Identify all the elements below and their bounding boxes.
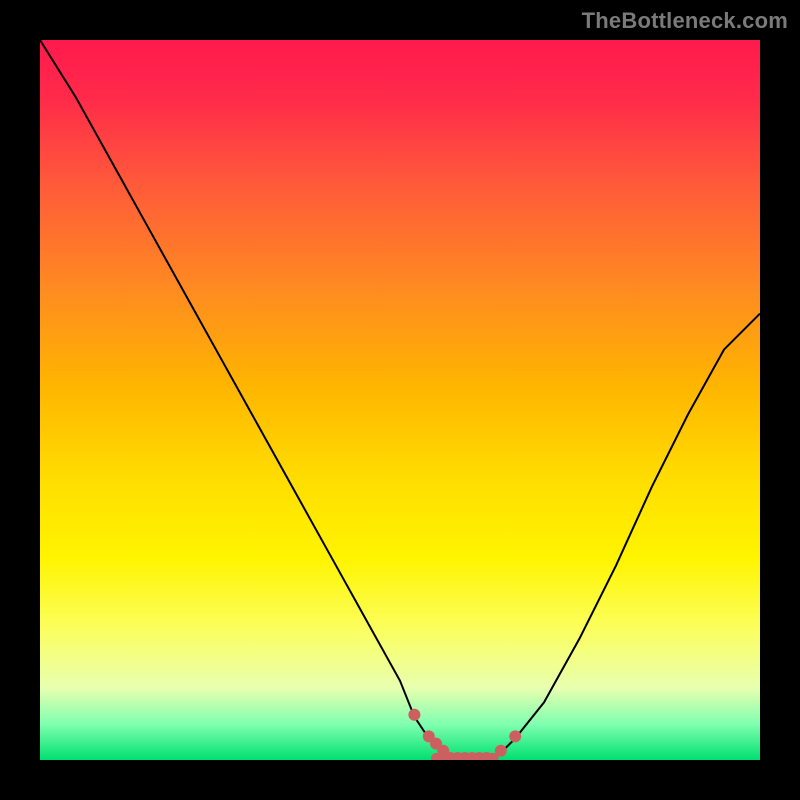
curve-svg [40,40,760,760]
bottleneck-curve [40,40,760,760]
optimal-dot [509,730,521,742]
optimal-dots-group [408,709,521,760]
watermark-text: TheBottleneck.com [582,8,788,34]
optimal-dot [495,745,507,757]
plot-area [40,40,760,760]
optimal-dot [408,709,420,721]
chart-frame: TheBottleneck.com [0,0,800,800]
